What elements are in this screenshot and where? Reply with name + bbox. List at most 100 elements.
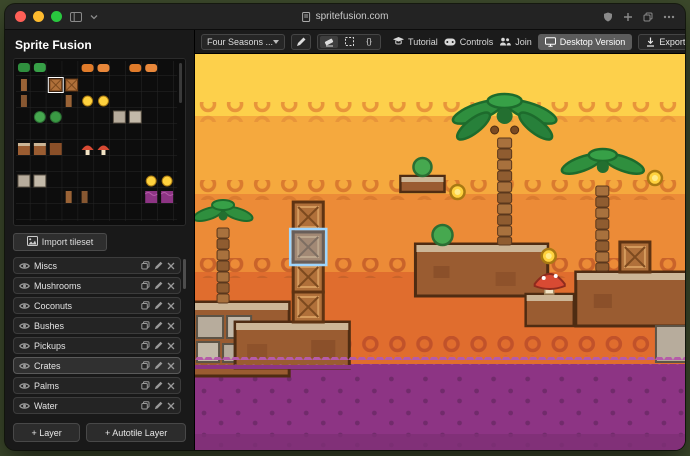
layers-list: Miscs Mushrooms Coconuts [13,257,186,419]
download-icon [646,37,655,47]
layer-visibility-icon[interactable] [19,302,30,310]
coin [451,185,465,199]
app-area: Sprite Fusion [5,30,685,450]
layer-name: Mushrooms [34,281,137,291]
layer-name: Bushes [34,321,137,331]
layer-delete-icon[interactable] [167,382,175,390]
dashed-square-icon [344,36,355,47]
layer-edit-icon[interactable] [154,261,163,270]
graduation-cap-icon [393,37,404,46]
layer-row[interactable]: Bushes [13,317,181,334]
select-tool-button[interactable] [340,36,358,48]
layer-edit-icon[interactable] [154,341,163,350]
app-title: Sprite Fusion [13,36,186,58]
add-layer-button[interactable]: + Layer [13,423,80,442]
tabs-icon[interactable] [643,12,653,22]
tutorial-label: Tutorial [408,37,438,47]
layer-duplicate-icon[interactable] [141,401,150,410]
image-icon [27,236,38,248]
layer-delete-icon[interactable] [167,302,175,310]
tutorial-button[interactable]: Tutorial [393,37,438,47]
layer-delete-icon[interactable] [167,362,175,370]
layer-edit-icon[interactable] [154,401,163,410]
more-icon[interactable] [663,15,675,19]
import-tileset-label: Import tileset [42,237,94,247]
layer-duplicate-icon[interactable] [141,321,150,330]
tileset-selector[interactable]: Four Seasons ... [201,34,285,50]
layer-delete-icon[interactable] [167,282,175,290]
layer-row[interactable]: Miscs [13,257,181,274]
layer-delete-icon[interactable] [167,322,175,330]
layer-delete-icon[interactable] [167,402,175,410]
palette-scrollbar[interactable] [179,63,182,103]
mushroom-ledge [526,294,574,326]
layer-delete-icon[interactable] [167,262,175,270]
layer-row[interactable]: Water [13,397,181,414]
tileset-palette[interactable] [13,58,186,226]
import-tileset-button[interactable]: Import tileset [13,233,107,251]
layer-edit-icon[interactable] [154,281,163,290]
braces-icon: {} [366,37,371,46]
controls-label: Controls [460,37,494,47]
layer-edit-icon[interactable] [154,321,163,330]
layer-visibility-icon[interactable] [19,282,30,290]
sidebar-toggle-icon[interactable] [70,12,82,22]
layer-row[interactable]: Crates [13,357,181,374]
export-button[interactable]: Export [638,34,685,50]
maximize-window-button[interactable] [51,11,62,22]
layer-row[interactable]: Palms [13,377,181,394]
draw-tool-button[interactable] [291,34,311,50]
layer-delete-icon[interactable] [167,342,175,350]
layer-edit-icon[interactable] [154,301,163,310]
layer-visibility-icon[interactable] [19,262,30,270]
layer-visibility-icon[interactable] [19,362,30,370]
layer-row[interactable]: Coconuts [13,297,181,314]
tileset-grid [14,59,185,225]
tileset-selector-value: Four Seasons ... [207,37,273,47]
layers-scrollbar[interactable] [183,259,186,289]
tile-selection-highlight [290,229,326,265]
add-autotile-layer-button[interactable]: + Autotile Layer [86,423,186,442]
map-canvas[interactable] [195,54,685,450]
browser-window: spritefusion.com Sprite Fusion [5,4,685,450]
shield-icon[interactable] [603,12,613,22]
crate-single [620,242,650,272]
layer-duplicate-icon[interactable] [141,361,150,370]
join-button[interactable]: Join [499,37,532,47]
bush [413,158,431,176]
layer-name: Water [34,401,137,411]
coin [542,249,556,263]
controls-button[interactable]: Controls [444,37,494,47]
page-icon [302,12,311,22]
code-view-button[interactable]: {} [360,36,378,48]
pencil-icon [296,37,306,47]
address-bar[interactable]: spritefusion.com [302,11,389,22]
desktop-version-label: Desktop Version [560,37,626,47]
coin [648,171,662,185]
floating-ledge [400,176,444,192]
plus-icon[interactable] [623,12,633,22]
layer-visibility-icon[interactable] [19,382,30,390]
layer-duplicate-icon[interactable] [141,381,150,390]
browser-titlebar: spritefusion.com [5,4,685,30]
layer-edit-icon[interactable] [154,361,163,370]
editor-main: Four Seasons ... {} [195,30,685,450]
layer-duplicate-icon[interactable] [141,261,150,270]
tool-group: {} [317,34,381,50]
layer-visibility-icon[interactable] [19,322,30,330]
layer-edit-icon[interactable] [154,381,163,390]
eraser-tool-button[interactable] [320,36,338,48]
layer-row[interactable]: Pickups [13,337,181,354]
layer-duplicate-icon[interactable] [141,341,150,350]
layer-visibility-icon[interactable] [19,402,30,410]
layer-duplicate-icon[interactable] [141,281,150,290]
close-window-button[interactable] [15,11,26,22]
chevron-down-icon[interactable] [90,14,98,20]
eraser-icon [324,37,335,47]
sidebar: Sprite Fusion [5,30,195,450]
layer-row[interactable]: Mushrooms [13,277,181,294]
layer-duplicate-icon[interactable] [141,301,150,310]
layer-visibility-icon[interactable] [19,342,30,350]
minimize-window-button[interactable] [33,11,44,22]
desktop-version-button[interactable]: Desktop Version [538,34,633,50]
